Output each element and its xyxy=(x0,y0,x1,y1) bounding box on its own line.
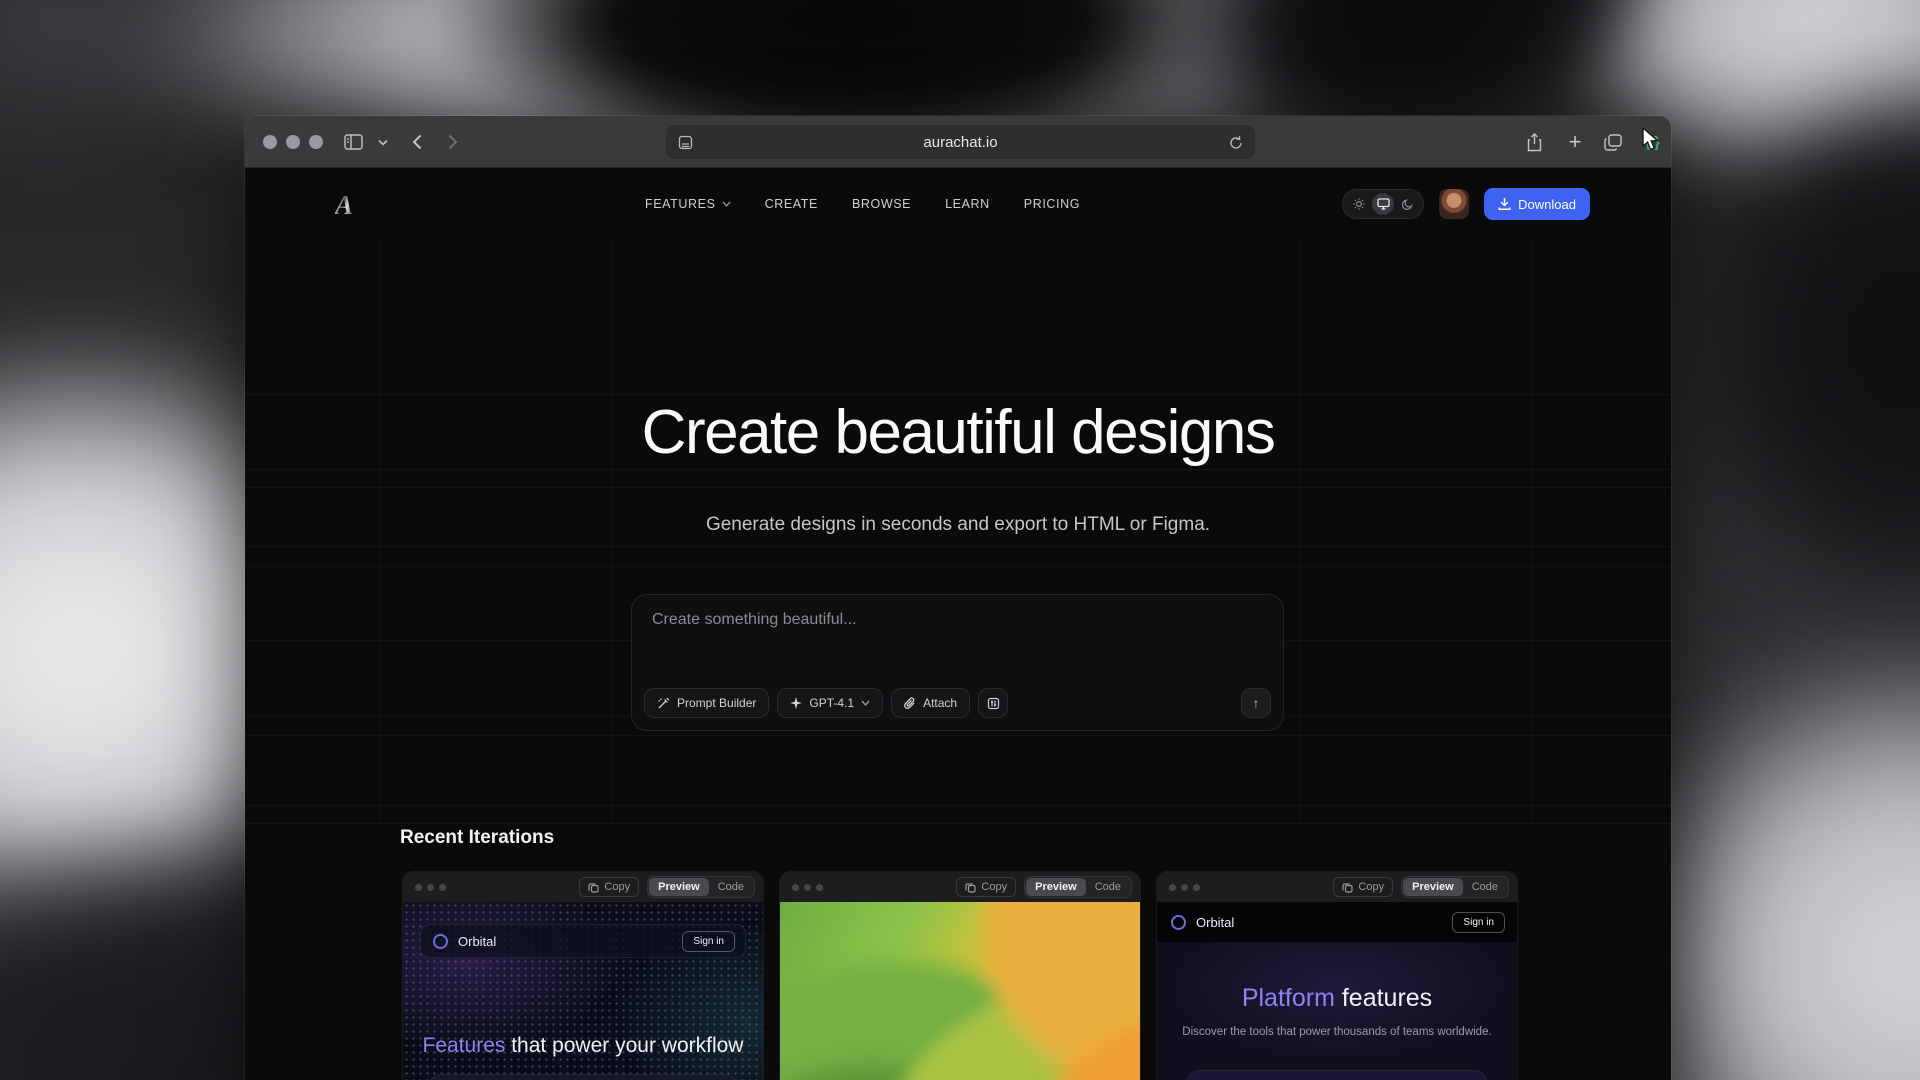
send-button[interactable]: ↑ xyxy=(1241,688,1271,718)
url-text: aurachat.io xyxy=(923,134,997,151)
mini-headline: Features that power your workflow xyxy=(403,1034,763,1058)
prompt-toolbar: Prompt Builder GPT-4.1 Attach xyxy=(644,688,1008,718)
reload-icon[interactable] xyxy=(1229,125,1243,159)
signin-button[interactable]: Sign in xyxy=(682,931,735,952)
menu-item-features[interactable]: FEATURES xyxy=(645,197,731,211)
copy-icon xyxy=(588,882,599,893)
model-selector-button[interactable]: GPT-4.1 xyxy=(777,688,883,718)
page-settings-icon[interactable] xyxy=(678,125,693,159)
download-button[interactable]: Download xyxy=(1484,188,1590,220)
copy-icon xyxy=(1342,882,1353,893)
desktop: aurachat.io + xyxy=(0,0,1920,1080)
prompt-builder-button[interactable]: Prompt Builder xyxy=(644,688,769,718)
window-dots-icon xyxy=(1169,884,1200,891)
code-tab[interactable]: Code xyxy=(1086,878,1130,896)
mini-subtitle: Discover the tools that power thousands … xyxy=(1157,1026,1517,1038)
mini-brand: Orbital xyxy=(1196,915,1234,930)
orbital-logo-icon xyxy=(1171,915,1186,930)
theme-dark-icon[interactable] xyxy=(1396,193,1418,215)
mini-brand: Orbital xyxy=(458,934,496,949)
browser-toolbar: aurachat.io + xyxy=(245,116,1671,168)
card-toolbar: Copy Preview Code xyxy=(403,872,763,902)
browser-window: aurachat.io + xyxy=(245,116,1671,1080)
menu-item-browse[interactable]: BROWSE xyxy=(852,197,911,211)
iteration-card[interactable]: Copy Preview Code Orbital Sign in xyxy=(403,872,763,1080)
view-toggle: Preview Code xyxy=(1024,876,1132,898)
tab-overview-icon[interactable] xyxy=(1601,130,1625,154)
preview-tab[interactable]: Preview xyxy=(649,878,709,896)
window-dots-icon xyxy=(415,884,446,891)
iteration-card[interactable]: Copy Preview Code Orbital Sign in xyxy=(1157,872,1517,1080)
gradient-artwork xyxy=(780,902,1140,1080)
mini-panel xyxy=(429,1074,737,1080)
signin-button[interactable]: Sign in xyxy=(1452,912,1505,933)
menu-item-pricing[interactable]: PRICING xyxy=(1024,197,1080,211)
menu-item-create[interactable]: CREATE xyxy=(765,197,818,211)
copy-button[interactable]: Copy xyxy=(1333,877,1393,897)
theme-switcher xyxy=(1342,189,1424,219)
main-menu: FEATURES CREATE BROWSE LEARN PRICING xyxy=(645,168,1080,240)
window-zoom-button[interactable] xyxy=(309,135,323,149)
grid-icon xyxy=(987,697,1000,710)
chevron-down-icon xyxy=(722,201,731,207)
preview-tab[interactable]: Preview xyxy=(1026,878,1086,896)
hero-subtitle: Generate designs in seconds and export t… xyxy=(245,514,1671,536)
attach-button[interactable]: Attach xyxy=(891,688,970,718)
chevron-down-icon xyxy=(861,700,870,706)
code-tab[interactable]: Code xyxy=(709,878,753,896)
view-toggle: Preview Code xyxy=(1401,876,1509,898)
hero-title: Create beautiful designs xyxy=(245,397,1671,468)
webpage: A FEATURES CREATE BROWSE LEARN PRICING xyxy=(245,168,1671,240)
orbital-logo-icon xyxy=(433,934,448,949)
site-navbar: A FEATURES CREATE BROWSE LEARN PRICING xyxy=(245,168,1671,240)
wand-icon xyxy=(657,697,670,710)
theme-system-icon[interactable] xyxy=(1372,193,1394,215)
address-bar[interactable]: aurachat.io xyxy=(666,125,1255,159)
copy-icon xyxy=(965,882,976,893)
card-preview: Orbital Sign in Platform features Discov… xyxy=(1157,902,1517,1080)
mini-headline: Platform features xyxy=(1157,984,1517,1013)
mini-panel xyxy=(1187,1070,1487,1080)
card-toolbar: Copy Preview Code xyxy=(1157,872,1517,902)
download-icon xyxy=(1498,197,1511,211)
code-tab[interactable]: Code xyxy=(1463,878,1507,896)
prompt-input[interactable] xyxy=(652,611,1252,671)
component-grid-button[interactable] xyxy=(978,688,1008,718)
recent-iterations-heading: Recent Iterations xyxy=(400,827,554,849)
window-close-button[interactable] xyxy=(263,135,277,149)
view-toggle: Preview Code xyxy=(647,876,755,898)
copy-button[interactable]: Copy xyxy=(579,877,639,897)
copy-button[interactable]: Copy xyxy=(956,877,1016,897)
new-tab-icon[interactable]: + xyxy=(1563,130,1587,154)
mini-site-navbar: Orbital Sign in xyxy=(1157,902,1517,942)
window-minimize-button[interactable] xyxy=(286,135,300,149)
mouse-cursor xyxy=(1641,127,1663,153)
sidebar-chevron-icon[interactable] xyxy=(371,130,395,154)
forward-button-icon[interactable] xyxy=(441,130,465,154)
sparkle-icon xyxy=(790,697,802,709)
theme-light-icon[interactable] xyxy=(1348,193,1370,215)
window-dots-icon xyxy=(792,884,823,891)
card-toolbar: Copy Preview Code xyxy=(780,872,1140,902)
iteration-card[interactable]: Copy Preview Code xyxy=(780,872,1140,1080)
preview-tab[interactable]: Preview xyxy=(1403,878,1463,896)
sidebar-toggle-icon[interactable] xyxy=(341,130,365,154)
prompt-box: Prompt Builder GPT-4.1 Attach xyxy=(631,594,1284,731)
card-preview: Orbital Sign in Features that power your… xyxy=(403,902,763,1080)
aurachat-logo[interactable]: A xyxy=(335,190,353,221)
user-avatar[interactable] xyxy=(1439,189,1469,219)
paperclip-icon xyxy=(904,697,916,710)
mini-site-navbar: Orbital Sign in xyxy=(420,924,746,958)
menu-item-learn[interactable]: LEARN xyxy=(945,197,990,211)
nav-right-controls: Download xyxy=(1342,168,1590,240)
back-button-icon[interactable] xyxy=(405,130,429,154)
share-icon[interactable] xyxy=(1522,130,1546,154)
